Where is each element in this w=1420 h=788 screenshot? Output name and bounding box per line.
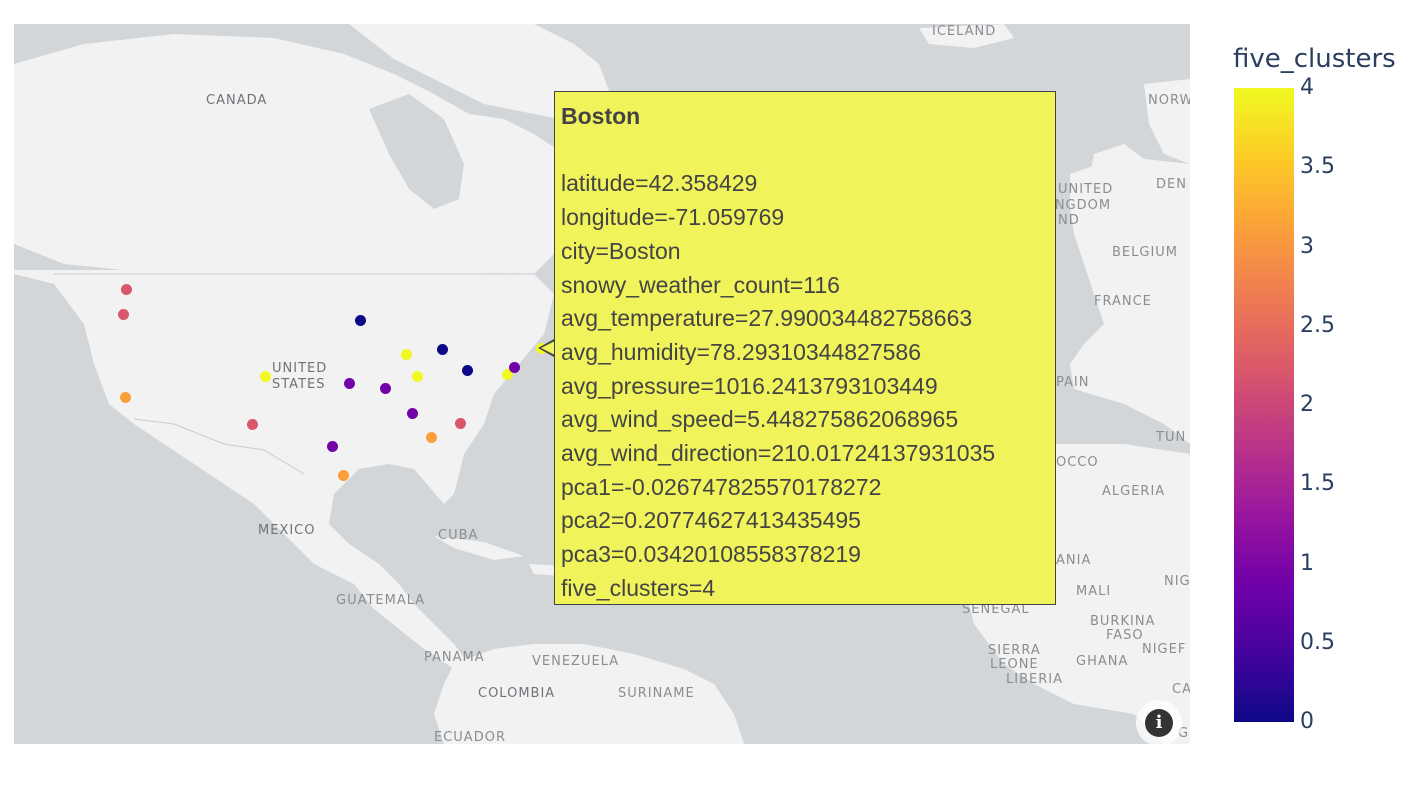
info-button[interactable]: i [1136,700,1182,744]
colorbar-tick-label: 1.5 [1300,471,1335,497]
tooltip-line: avg_wind_direction=210.01724137931035 [561,440,996,467]
label-cameroon: CA [1172,682,1190,697]
colorbar-tick-label: 2.5 [1300,312,1335,338]
city-marker[interactable] [117,308,129,320]
label-algeria: ALGERIA [1102,484,1166,499]
city-marker[interactable] [354,314,366,326]
label-cuba: CUBA [438,528,479,543]
tooltip-pointer-fill [541,341,555,355]
label-uk-3: ND [1058,213,1080,228]
city-marker[interactable] [337,469,349,481]
label-burkina-1: BURKINA [1090,614,1156,629]
tooltip-line: pca3=0.03420108558378219 [561,541,861,568]
city-marker[interactable] [326,440,338,452]
label-sierra-2: LEONE [990,657,1039,672]
label-burkina-2: FASO [1106,628,1144,643]
label-mauritania: ANIA [1056,553,1092,568]
label-norway: NORW [1148,93,1190,108]
tooltip-line: avg_humidity=78.29310344827586 [561,338,922,365]
city-marker[interactable] [436,343,448,355]
label-nigeria: NIGEF [1142,642,1187,657]
colorbar-tick-label: 1 [1300,550,1314,576]
colorbar [1234,88,1294,722]
label-ecuador: ECUADOR [434,730,506,745]
label-denmark: DEN [1156,177,1187,192]
norway-landmass [1144,79,1190,164]
city-marker[interactable] [259,370,271,382]
city-marker[interactable] [461,364,473,376]
city-marker[interactable] [400,348,412,360]
colorbar-tick-label: 4 [1300,75,1314,100]
colorbar-tick-label: 3.5 [1300,154,1335,180]
tooltip-line: pca2=0.20774627413435495 [561,507,861,534]
label-niger: NIG [1164,574,1190,589]
tooltip-title: Boston [561,103,641,129]
tooltip-line: avg_pressure=1016.2413793103449 [561,372,938,399]
label-suriname: SURINAME [618,686,695,701]
tooltip-line: avg_wind_speed=5.448275862068965 [561,406,959,433]
label-mali: MALI [1076,584,1112,599]
tooltip-line: five_clusters=4 [561,574,716,601]
tooltip-line: latitude=42.358429 [561,170,758,197]
city-marker[interactable] [246,418,258,430]
label-colombia: COLOMBIA [478,686,556,701]
city-marker[interactable] [411,370,423,382]
city-marker[interactable] [379,382,391,394]
label-sierra-1: SIERRA [988,643,1041,658]
colorbar-tick-label: 2 [1300,392,1314,417]
label-uk-2: INGDOM [1050,198,1112,213]
label-united-states-1: UNITED [272,361,328,376]
label-tunisia: TUN [1156,430,1187,445]
tooltip-line: pca1=-0.026747825570178272 [561,473,882,500]
label-canada: CANADA [206,93,268,108]
label-uk-1: UNITED [1058,182,1114,197]
label-france: FRANCE [1094,294,1152,309]
city-marker[interactable] [454,417,466,429]
label-morocco: OCCO [1056,455,1099,470]
label-spain: PAIN [1056,375,1090,390]
city-marker[interactable] [425,431,437,443]
city-marker[interactable] [343,377,355,389]
label-mexico: MEXICO [258,523,316,538]
tooltip-lines: latitude=42.358429 longitude=-71.059769 ci… [561,167,1049,605]
tooltip-spacer [561,134,1049,168]
colorbar-tick-label: 0.5 [1300,629,1335,655]
tooltip-line: avg_temperature=27.990034482758663 [561,305,973,332]
label-ghana: GHANA [1076,654,1129,669]
label-liberia: LIBERIA [1006,672,1063,687]
label-panama: PANAMA [424,650,485,665]
info-icon: i [1145,709,1173,737]
colorbar-tick-label: 0 [1300,709,1314,734]
label-iceland: ICELAND [932,24,997,39]
label-guatemala: GUATEMALA [336,593,426,608]
city-marker[interactable] [508,361,520,373]
hover-tooltip: Boston latitude=42.358429 longitude=-71.0… [554,91,1056,605]
label-belgium: BELGIUM [1112,245,1179,260]
city-marker[interactable] [406,407,418,419]
label-united-states-2: STATES [272,377,326,392]
city-marker[interactable] [119,391,131,403]
colorbar-title: five_clusters [1233,44,1396,74]
tooltip-line: snowy_weather_count=116 [561,271,840,298]
city-marker[interactable] [120,283,132,295]
label-venezuela: VENEZUELA [532,654,620,669]
tooltip-line: longitude=-71.059769 [561,204,785,231]
tooltip-line: city=Boston [561,237,681,264]
colorbar-tick-label: 3 [1300,233,1314,259]
